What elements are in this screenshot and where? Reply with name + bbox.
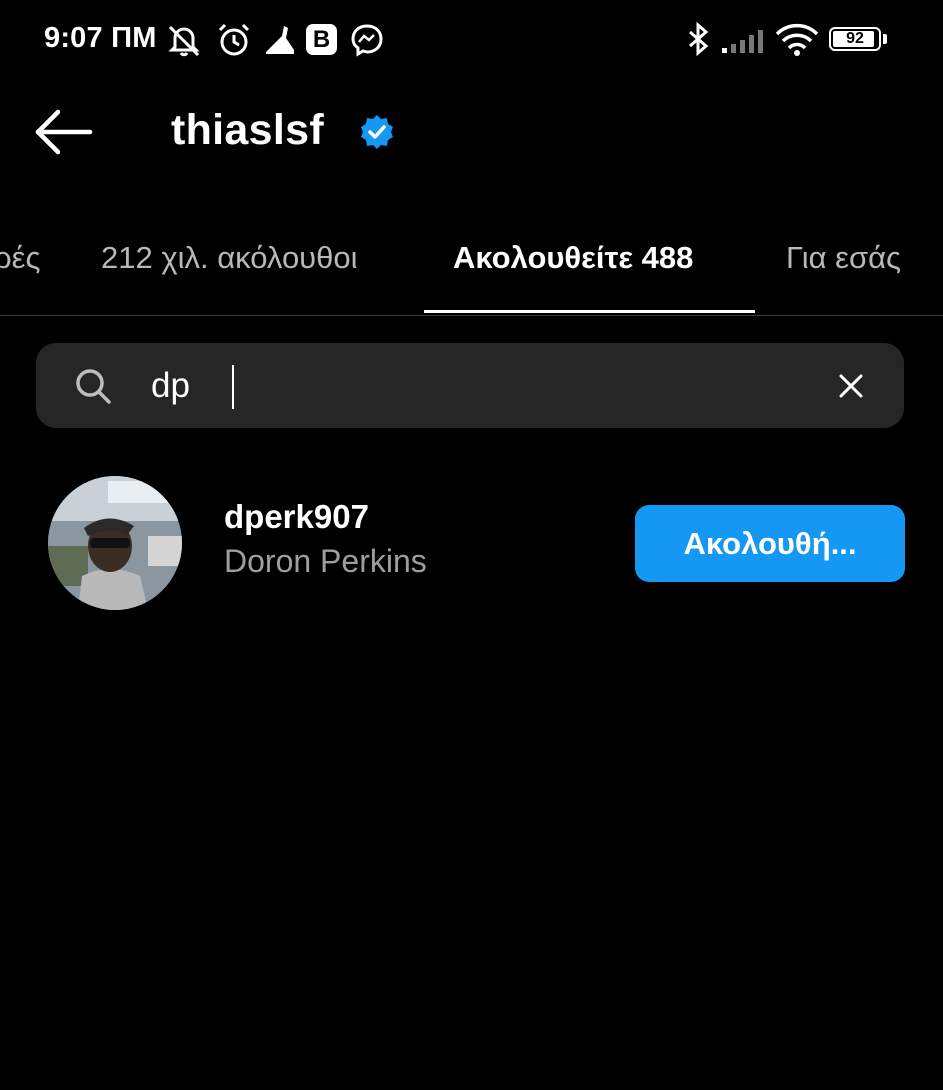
clear-search-icon[interactable] <box>836 371 866 401</box>
following-button[interactable]: Ακολουθή... <box>635 505 905 582</box>
status-time: 9:07 ΠΜ <box>44 22 157 54</box>
result-row[interactable]: dperk907 Doron Perkins Ακολουθή... <box>0 470 943 618</box>
result-username[interactable]: dperk907 <box>224 498 369 536</box>
text-caret <box>232 365 234 409</box>
avatar[interactable] <box>48 476 182 610</box>
b-notification-icon: B <box>306 24 337 55</box>
search-icon <box>76 369 111 404</box>
active-tab-indicator <box>424 310 755 313</box>
muted-bell-icon <box>168 25 200 57</box>
battery-icon: 92 <box>829 27 881 51</box>
wifi-icon <box>775 23 819 56</box>
tab-following[interactable]: Ακολουθείτε 488 <box>453 240 693 276</box>
battery-level: 92 <box>846 30 864 47</box>
result-full-name: Doron Perkins <box>224 543 427 579</box>
tab-for-you[interactable]: Για εσάς <box>786 240 901 276</box>
tab-partial[interactable]: ρές <box>0 240 40 276</box>
messenger-icon <box>351 24 383 57</box>
status-bar: 9:07 ΠΜ B 92 <box>0 0 943 80</box>
alarm-icon <box>218 23 250 56</box>
search-bar[interactable] <box>36 343 904 428</box>
app-notification-icon <box>266 26 294 54</box>
avatar-photo <box>48 476 182 610</box>
search-input[interactable] <box>151 361 811 411</box>
signal-icon <box>722 30 763 53</box>
profile-username: thiaslsf <box>171 106 324 154</box>
bluetooth-icon <box>689 21 709 57</box>
tabs-bar: ρές 212 χιλ. ακόλουθοι Ακολουθείτε 488 Γ… <box>0 210 943 316</box>
verified-badge-icon <box>361 115 393 149</box>
back-button[interactable] <box>32 104 96 160</box>
back-arrow-icon <box>35 109 93 155</box>
tab-followers[interactable]: 212 χιλ. ακόλουθοι <box>101 240 358 276</box>
